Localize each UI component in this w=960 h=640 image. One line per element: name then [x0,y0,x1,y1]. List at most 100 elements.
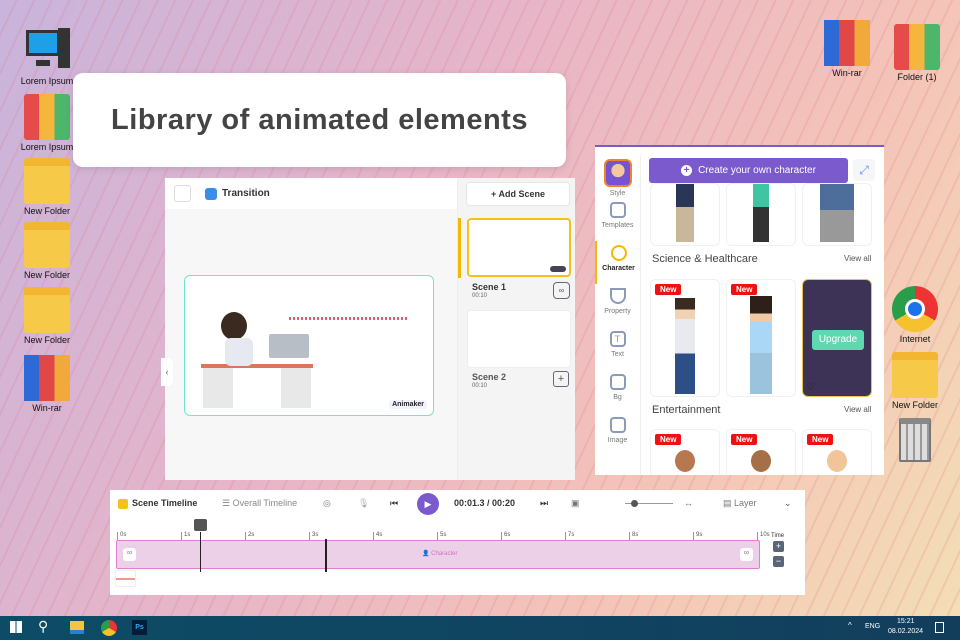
desktop-icon-computer[interactable]: Lorem Ipsum [12,28,82,86]
chrome-taskbar-icon[interactable] [101,620,117,636]
computer-icon [24,28,70,74]
canvas-preview[interactable]: Animaker [184,275,434,416]
editor-topbar: Transition [165,178,457,209]
transition-icon [205,187,217,200]
time-readout: 00:01.3 / 00:20 [454,498,516,508]
sidebar-item-property[interactable]: Property [595,284,640,327]
chevron-down-icon[interactable]: ⌄ [784,498,792,509]
subtitle-icon[interactable]: ▣ [571,498,580,509]
character-panel: Style Templates Character Property T Text… [595,145,884,475]
scene-1-thumbnail[interactable] [467,218,571,277]
exit-transition-icon[interactable]: ∞ [740,548,753,561]
sidebar-item-templates[interactable]: Templates [595,198,640,241]
desktop-icon-binders[interactable]: Lorem Ipsum [12,94,82,152]
new-badge: New [731,284,758,295]
upgrade-button[interactable]: Upgrade [812,330,864,350]
add-scene-button[interactable]: + Add Scene [466,182,570,206]
new-badge: New [655,434,682,445]
icon-label: New Folder [23,335,70,345]
select-checkbox[interactable] [174,185,191,202]
banner-title: Library of animated elements [111,103,528,136]
audio-track-thumbnail[interactable] [115,570,136,587]
desktop-icon-folder[interactable]: New Folder [12,222,82,280]
more-options-icon[interactable] [550,266,566,272]
camera-icon[interactable]: ◎ [323,498,331,509]
desktop-icon-trash[interactable] [880,418,950,464]
ruler-tick: 8s [629,532,638,540]
desktop-icon-folder[interactable]: New Folder [12,287,82,345]
taskbar: ⚲ Ps ^ ENG 15:21 08.02.2024 [0,616,960,640]
search-icon[interactable]: ⚲ [38,618,48,635]
zoom-out-button[interactable]: − [773,556,784,567]
sidebar-item-text[interactable]: T Text [595,327,640,370]
character-card[interactable] [726,183,796,246]
character-card[interactable] [650,183,720,246]
language-indicator[interactable]: ENG [865,623,880,630]
section-title-science: Science & Healthcare [652,253,758,265]
person-icon [610,245,627,261]
panel-sidebar: Style Templates Character Property T Text… [595,155,641,475]
desktop-icon-folder[interactable]: New Folder [12,158,82,216]
sidebar-item-style[interactable]: Style [595,155,640,198]
character-card-locked[interactable]: Upgrade ♡ [802,279,872,397]
fit-icon[interactable]: ↔ [684,498,693,508]
icon-label: Win-rar [32,403,62,413]
scene-2-thumbnail[interactable] [467,310,571,368]
scene-timeline-tab[interactable]: Scene Timeline [118,498,197,509]
character-card[interactable]: New [650,429,720,475]
transition-button[interactable]: Transition [222,188,270,199]
animaker-watermark: Animaker [389,400,427,409]
zoom-in-button[interactable]: + [773,541,784,552]
layer-button[interactable]: ▤ Layer [723,498,757,509]
sidebar-item-bg[interactable]: Bg [595,370,640,413]
overall-timeline-tab[interactable]: ☰ Overall Timeline [222,498,297,509]
desktop-icon-winrar[interactable]: Win-rar [12,355,82,413]
character-card[interactable]: New [802,429,872,475]
view-all-science-link[interactable]: View all [844,254,871,263]
character-track[interactable]: ∞ 👤 Character ∞ [116,540,760,569]
photoshop-icon[interactable]: Ps [132,620,147,635]
tray-chevron-icon[interactable]: ^ [848,621,852,630]
play-button[interactable]: ▶ [417,493,439,515]
skip-forward-icon[interactable]: ⏭ [540,498,548,509]
timeline-panel: Scene Timeline ☰ Overall Timeline ◎ 🎙 ⏮ … [110,490,805,595]
transition-link-icon[interactable]: ∞ [553,282,570,299]
skip-back-icon[interactable]: ⏮ [390,498,398,509]
character-card-doctor[interactable]: New [650,279,720,397]
sidebar-item-character[interactable]: Character [595,241,640,284]
sidebar-item-image[interactable]: Image [595,413,640,456]
layer-icon: ▤ [723,498,735,508]
enter-transition-icon[interactable]: ∞ [123,548,136,561]
ruler-tick: 9s [693,532,702,540]
scene-2-duration: 00:10 [472,383,488,389]
desktop-icon-internet[interactable]: Internet [880,286,950,344]
templates-icon [609,202,626,218]
layers-icon [609,374,626,390]
add-icon[interactable]: + [553,371,569,387]
binders-icon [24,94,70,140]
playhead-handle[interactable] [194,519,208,531]
heart-icon[interactable]: ♡ [806,382,815,393]
windows-start-icon[interactable] [10,621,22,633]
clock-date[interactable]: 08.02.2024 [888,628,923,635]
desktop-icon-folder1[interactable]: Folder (1) [882,24,952,82]
winrar-icon [824,20,870,66]
desktop-icon-folder[interactable]: New Folder [880,352,950,410]
collapse-handle[interactable]: ‹ [161,358,173,386]
microphone-icon[interactable]: 🎙 [358,498,369,509]
expand-icon[interactable]: ⤢ [853,159,875,181]
view-all-entertainment-link[interactable]: View all [844,405,871,414]
character-card[interactable] [802,183,872,246]
create-character-button[interactable]: + Create your own character [649,158,848,183]
character-card[interactable]: New [726,429,796,475]
icon-label: Lorem Ipsum [20,76,74,86]
clock-time[interactable]: 15:21 [897,618,915,625]
character-card-nurse[interactable]: New [726,279,796,397]
desktop-icon-winrar[interactable]: Win-rar [812,20,882,78]
icon-label: New Folder [891,400,938,410]
zoom-slider[interactable] [625,500,673,507]
scene-1-duration: 00:10 [472,293,488,299]
file-explorer-icon[interactable] [70,621,84,634]
trash-icon [899,418,931,462]
notification-icon[interactable] [935,622,944,633]
